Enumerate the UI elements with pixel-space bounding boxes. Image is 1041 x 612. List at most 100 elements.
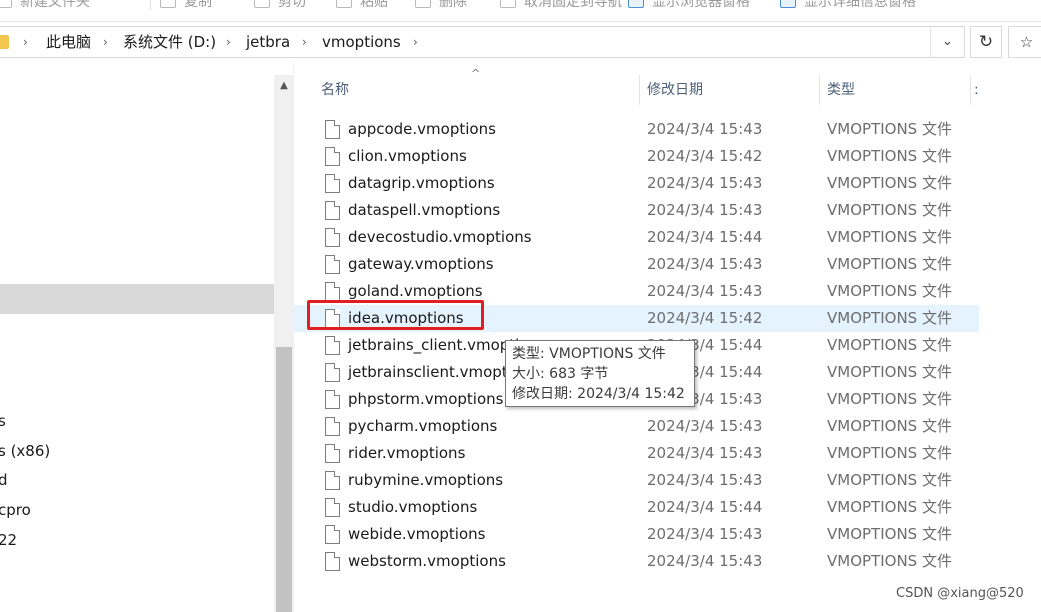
ribbon-copy-label: 复制 <box>184 0 212 10</box>
breadcrumb-this-pc[interactable]: 此电脑 <box>46 27 91 57</box>
chevron-right-icon[interactable]: › <box>103 27 108 57</box>
file-row[interactable]: datagrip.vmoptions 2024/3/4 15:43 VMOPTION… <box>294 170 979 197</box>
file-row[interactable]: pycharm.vmoptions 2024/3/4 15:43 VMOPTIONS… <box>294 413 979 440</box>
ribbon-copy-button[interactable]: 复制 <box>160 0 212 11</box>
nav-scrollbar-thumb[interactable] <box>276 347 292 612</box>
ribbon-unpin-button[interactable]: 取消固定到导航 <box>500 0 622 11</box>
file-row[interactable]: dataspell.vmoptions 2024/3/4 15:43 VMOPTIO… <box>294 197 979 224</box>
column-header-type[interactable]: 类型 <box>827 75 855 105</box>
column-divider[interactable] <box>819 75 820 105</box>
file-type: VMOPTIONS 文件 <box>827 363 952 381</box>
file-name[interactable]: appcode.vmoptions <box>348 116 496 143</box>
ribbon-preview-pane-button[interactable]: 显示浏览器窗格 <box>628 0 750 11</box>
column-divider[interactable] <box>970 75 971 105</box>
file-name[interactable]: datagrip.vmoptions <box>348 170 495 197</box>
ribbon-cut-button[interactable]: 剪切 <box>254 0 306 11</box>
file-modified-date: 2024/3/4 15:43 <box>647 282 763 300</box>
file-icon <box>325 174 340 193</box>
address-bar[interactable]: › 此电脑 › 系统文件 (D:) › jetbra › vmoptions ›… <box>0 26 965 58</box>
ribbon-cut-label: 剪切 <box>278 0 306 10</box>
pin-icon: ☆ <box>1019 33 1034 51</box>
file-icon <box>325 147 340 166</box>
file-name[interactable]: clion.vmoptions <box>348 143 467 170</box>
file-row[interactable]: goland.vmoptions 2024/3/4 15:43 VMOPTIONS … <box>294 278 979 305</box>
file-type: VMOPTIONS 文件 <box>827 147 952 165</box>
file-icon <box>325 471 340 490</box>
file-row[interactable]: studio.vmoptions 2024/3/4 15:44 VMOPTIONS … <box>294 494 979 521</box>
file-name[interactable]: goland.vmoptions <box>348 278 483 305</box>
breadcrumb-drive-d[interactable]: 系统文件 (D:) <box>123 27 216 57</box>
file-name[interactable]: phpstorm.vmoptions <box>348 386 503 413</box>
file-icon <box>325 417 340 436</box>
ribbon-delete-label: 删除 <box>439 0 467 10</box>
file-tooltip: 类型: VMOPTIONS 文件 大小: 683 字节 修改日期: 2024/3… <box>505 340 695 407</box>
file-row[interactable]: rubymine.vmoptions 2024/3/4 15:43 VMOPTION… <box>294 467 979 494</box>
file-row[interactable]: devecostudio.vmoptions 2024/3/4 15:44 VMOP… <box>294 224 979 251</box>
nav-item[interactable]: s (x86) <box>0 439 50 463</box>
tooltip-size: 大小: 683 字节 <box>512 366 609 382</box>
folder-icon <box>0 35 9 49</box>
ribbon-toolbar: 新建文件夹 复制 剪切 粘贴 删除 取消固定到导航 显示浏览器窗格 显示详细信息… <box>0 0 1041 22</box>
file-name[interactable]: rider.vmoptions <box>348 440 465 467</box>
nav-item[interactable]: d <box>0 468 8 492</box>
ribbon-new-folder-button[interactable]: 新建文件夹 <box>0 0 90 11</box>
breadcrumb-vmoptions[interactable]: vmoptions <box>322 27 401 57</box>
file-row[interactable]: webide.vmoptions 2024/3/4 15:43 VMOPTIONS … <box>294 521 979 548</box>
address-row: › 此电脑 › 系统文件 (D:) › jetbra › vmoptions ›… <box>0 22 1041 63</box>
nav-selected-item[interactable] <box>0 284 274 314</box>
file-modified-date: 2024/3/4 15:43 <box>647 444 763 462</box>
chevron-right-icon[interactable]: › <box>226 27 231 57</box>
file-name[interactable]: devecostudio.vmoptions <box>348 224 532 251</box>
chevron-right-icon[interactable]: › <box>302 27 307 57</box>
file-name[interactable]: dataspell.vmoptions <box>348 197 500 224</box>
file-name[interactable]: idea.vmoptions <box>348 305 464 332</box>
file-type: VMOPTIONS 文件 <box>827 255 952 273</box>
column-header-more[interactable]: : <box>974 75 979 105</box>
file-name[interactable]: rubymine.vmoptions <box>348 467 503 494</box>
chevron-down-icon: ⌄ <box>942 34 953 49</box>
ribbon-details-pane-button[interactable]: 显示详细信息窗格 <box>780 0 916 11</box>
file-row[interactable]: gateway.vmoptions 2024/3/4 15:43 VMOPTIONS… <box>294 251 979 278</box>
refresh-button[interactable]: ↻ <box>970 26 1002 58</box>
file-row[interactable]: clion.vmoptions 2024/3/4 15:42 VMOPTIONS 文… <box>294 143 979 170</box>
column-header-date[interactable]: 修改日期 <box>647 75 703 105</box>
nav-item[interactable]: cpro <box>0 498 31 522</box>
column-divider[interactable] <box>639 75 640 105</box>
file-row[interactable]: idea.vmoptions 2024/3/4 15:42 VMOPTIONS 文件 <box>294 305 979 332</box>
file-row[interactable]: rider.vmoptions 2024/3/4 15:43 VMOPTIONS 文… <box>294 440 979 467</box>
nav-scrollbar[interactable]: ▲ <box>274 75 294 612</box>
chevron-right-icon[interactable]: › <box>413 27 418 57</box>
file-modified-date: 2024/3/4 15:43 <box>647 174 763 192</box>
file-name[interactable]: webstorm.vmoptions <box>348 548 506 575</box>
file-icon <box>325 498 340 517</box>
file-type: VMOPTIONS 文件 <box>827 174 952 192</box>
file-modified-date: 2024/3/4 15:42 <box>647 309 763 327</box>
file-row[interactable]: appcode.vmoptions 2024/3/4 15:43 VMOPTIONS… <box>294 116 979 143</box>
file-row[interactable]: webstorm.vmoptions 2024/3/4 15:43 VMOPTION… <box>294 548 979 575</box>
nav-item[interactable]: 22 <box>0 528 17 552</box>
breadcrumb-jetbra[interactable]: jetbra <box>246 27 290 57</box>
column-header-name[interactable]: 名称 <box>321 75 349 105</box>
file-name[interactable]: pycharm.vmoptions <box>348 413 497 440</box>
new-folder-icon <box>0 0 12 8</box>
file-name[interactable]: webide.vmoptions <box>348 521 485 548</box>
file-icon <box>325 390 340 409</box>
pin-button[interactable]: ☆ <box>1008 26 1041 58</box>
file-modified-date: 2024/3/4 15:43 <box>647 525 763 543</box>
ribbon-details-pane-label: 显示详细信息窗格 <box>804 0 916 10</box>
file-name[interactable]: studio.vmoptions <box>348 494 477 521</box>
chevron-right-icon[interactable]: › <box>23 27 28 57</box>
file-modified-date: 2024/3/4 15:42 <box>647 147 763 165</box>
scroll-up-arrow-icon[interactable]: ▲ <box>274 75 294 97</box>
file-type: VMOPTIONS 文件 <box>827 552 952 570</box>
file-icon <box>325 282 340 301</box>
file-list-pane: ^ 名称 修改日期 类型 : appcode.vmoptions 2024/3/4… <box>294 63 1041 612</box>
address-history-dropdown[interactable]: ⌄ <box>930 27 964 57</box>
ribbon-delete-button[interactable]: 删除 <box>415 0 467 11</box>
ribbon-paste-button[interactable]: 粘贴 <box>336 0 388 11</box>
file-modified-date: 2024/3/4 15:43 <box>647 417 763 435</box>
file-icon <box>325 363 340 382</box>
file-name[interactable]: gateway.vmoptions <box>348 251 494 278</box>
nav-item[interactable]: s <box>0 409 6 433</box>
details-pane-icon <box>780 0 796 8</box>
